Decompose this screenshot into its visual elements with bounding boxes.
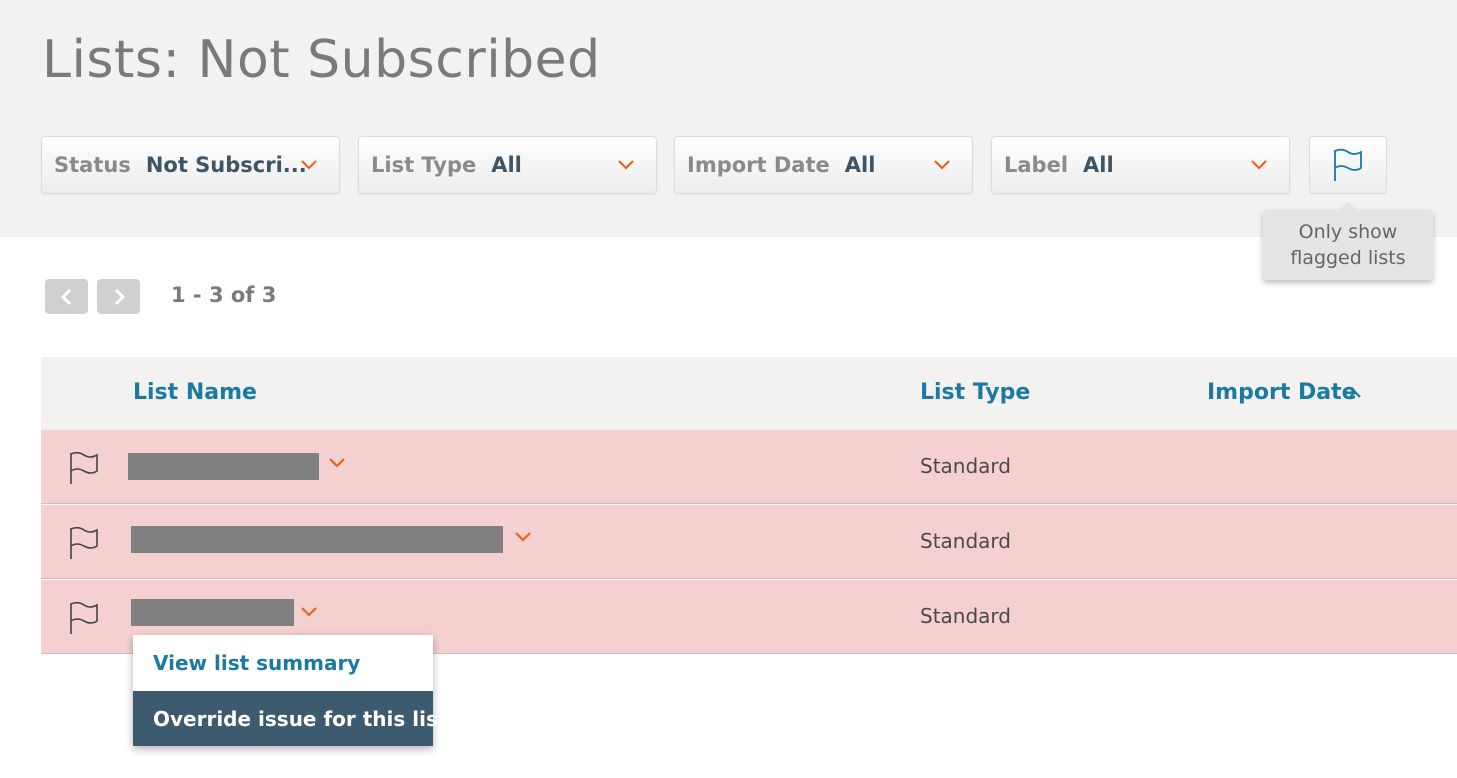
list-name-redacted[interactable] <box>128 453 319 480</box>
tooltip-line-1: Only show <box>1298 221 1398 243</box>
chevron-down-icon <box>301 160 317 170</box>
status-filter-dropdown[interactable]: Status Not Subscri... <box>41 136 340 194</box>
list-name-redacted[interactable] <box>131 526 503 553</box>
status-filter-value: Not Subscri... <box>145 153 307 177</box>
list-type-cell: Standard <box>920 454 1011 478</box>
list-type-filter-dropdown[interactable]: List Type All <box>358 136 657 194</box>
chevron-up-icon <box>1349 390 1361 398</box>
row-actions-menu: View list summary Override issue for thi… <box>133 635 447 746</box>
chevron-down-icon <box>934 160 950 170</box>
chevron-right-icon <box>114 288 125 305</box>
flag-icon <box>1334 148 1362 181</box>
chevron-down-icon <box>1251 160 1267 170</box>
import-date-filter-label: Import Date <box>687 153 830 177</box>
label-filter-label: Label <box>1004 153 1069 177</box>
flag-icon[interactable] <box>68 526 100 560</box>
table-row: Standard <box>41 430 1457 504</box>
status-filter-label: Status <box>54 153 131 177</box>
chevron-down-icon[interactable] <box>327 453 347 473</box>
flag-icon[interactable] <box>68 601 100 635</box>
list-type-cell: Standard <box>920 529 1011 553</box>
column-header-list-name[interactable]: List Name <box>133 380 257 405</box>
chevron-left-icon <box>60 288 71 305</box>
page-header: Lists: Not Subscribed Status Not Subscri… <box>0 0 1457 237</box>
view-list-summary-menu-item[interactable]: View list summary <box>133 635 433 691</box>
label-filter-dropdown[interactable]: Label All <box>991 136 1290 194</box>
column-header-list-type[interactable]: List Type <box>920 380 1030 405</box>
chevron-down-icon[interactable] <box>513 527 533 547</box>
list-type-filter-label: List Type <box>371 153 477 177</box>
chevron-down-icon <box>618 160 634 170</box>
import-date-filter-dropdown[interactable]: Import Date All <box>674 136 973 194</box>
list-type-filter-value: All <box>491 153 522 177</box>
list-type-cell: Standard <box>920 604 1011 628</box>
pagination-count: 1 - 3 of 3 <box>171 283 277 307</box>
flag-icon[interactable] <box>68 451 100 485</box>
column-header-import-date[interactable]: Import Date <box>1207 380 1357 405</box>
previous-page-button[interactable] <box>45 279 88 314</box>
label-filter-value: All <box>1083 153 1114 177</box>
flag-toggle-tooltip: Only show flagged lists <box>1263 201 1433 280</box>
list-name-redacted[interactable] <box>131 599 294 626</box>
tooltip-line-2: flagged lists <box>1290 247 1406 269</box>
chevron-down-icon[interactable] <box>299 602 319 622</box>
page-title: Lists: Not Subscribed <box>42 30 601 90</box>
table-row: Standard <box>41 505 1457 579</box>
flagged-lists-toggle-button[interactable] <box>1309 136 1387 194</box>
import-date-filter-value: All <box>844 153 876 177</box>
next-page-button[interactable] <box>97 279 140 314</box>
override-issue-menu-item[interactable]: Override issue for this list <box>133 691 447 746</box>
